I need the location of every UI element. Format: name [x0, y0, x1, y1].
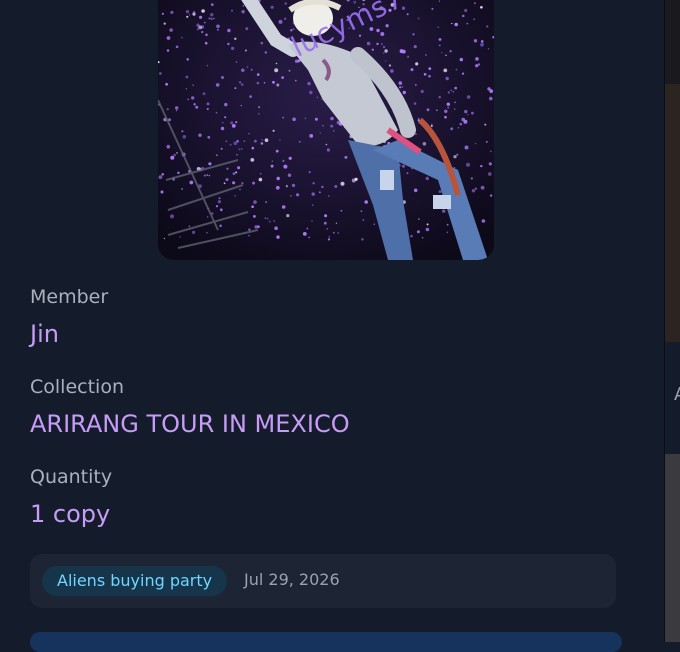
listing-card: Aliens buying party Jul 29, 2026	[30, 554, 616, 608]
adjacent-card-strip: A	[664, 0, 680, 642]
quantity-value: 1 copy	[30, 500, 111, 528]
collection-value[interactable]: ARIRANG TOUR IN MEXICO	[30, 410, 350, 438]
adjacent-card-letter: A	[674, 384, 680, 405]
listing-date: Jul 29, 2026	[244, 570, 340, 589]
member-label: Member	[30, 286, 109, 308]
member-value: Jin	[30, 320, 59, 348]
photocard-image[interactable]: lucyms7	[158, 0, 494, 260]
party-tag[interactable]: Aliens buying party	[42, 566, 228, 596]
main-panel: lucyms7 Member Jin Collection ARIRANG TO…	[0, 0, 664, 652]
adjacent-image-mid	[665, 84, 680, 342]
collection-label: Collection	[30, 376, 124, 398]
adjacent-image-top	[665, 0, 680, 84]
action-button[interactable]	[30, 632, 622, 652]
quantity-label: Quantity	[30, 466, 113, 488]
adjacent-image-bottom	[665, 454, 680, 642]
